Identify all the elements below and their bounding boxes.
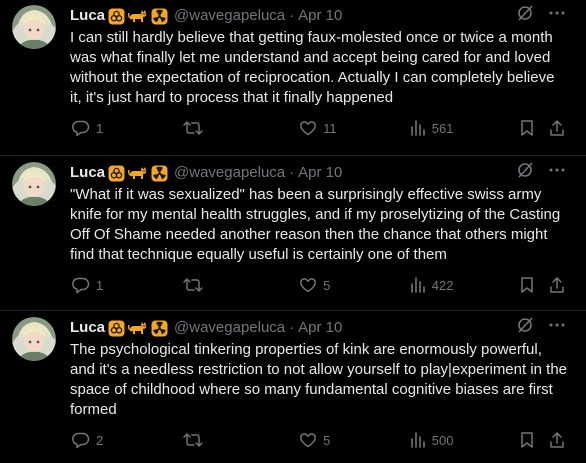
heart-icon — [300, 278, 317, 293]
cat-badge-icon — [128, 8, 148, 25]
biohazard-badge-icon — [108, 165, 125, 182]
user-handle[interactable]: @wavegapeluca — [174, 162, 285, 184]
cat-badge-icon — [128, 320, 148, 337]
reply-count: 2 — [96, 432, 104, 448]
reply-button[interactable]: 2 — [72, 431, 183, 449]
view-count: 422 — [431, 277, 454, 293]
grok-icon[interactable] — [516, 4, 534, 29]
tweet-actions: 2 5 500 — [70, 430, 570, 450]
user-handle[interactable]: @wavegapeluca — [174, 317, 285, 339]
share-button[interactable] — [548, 276, 570, 294]
tweet-text: "What if it was sexualized" has been a s… — [70, 186, 561, 263]
more-options-icon[interactable] — [548, 316, 566, 341]
timestamp[interactable]: Apr 10 — [298, 5, 342, 27]
share-icon — [550, 432, 565, 448]
radioactive-badge-icon — [151, 320, 168, 337]
share-icon — [550, 277, 565, 293]
repost-button[interactable] — [182, 119, 300, 137]
grok-icon[interactable] — [516, 316, 534, 341]
views-button[interactable]: 561 — [410, 119, 511, 137]
bookmark-button[interactable] — [519, 119, 541, 137]
timestamp[interactable]: Apr 10 — [298, 317, 342, 339]
tweet-actions: 1 5 422 — [70, 275, 570, 295]
bookmark-button[interactable] — [519, 431, 541, 449]
like-button[interactable]: 5 — [299, 276, 410, 294]
biohazard-badge-icon — [108, 320, 125, 337]
like-button[interactable]: 5 — [299, 431, 410, 449]
views-button[interactable]: 500 — [410, 431, 511, 449]
repost-button[interactable] — [182, 276, 300, 294]
share-icon — [550, 120, 565, 136]
biohazard-badge-icon — [108, 8, 125, 25]
like-count: 11 — [323, 120, 337, 136]
tweet-text: The psychological tinkering properties o… — [70, 341, 568, 418]
radioactive-badge-icon — [151, 8, 168, 25]
bookmark-icon — [520, 277, 533, 293]
heart-icon — [300, 433, 317, 448]
display-name[interactable]: Luca — [70, 5, 105, 27]
timestamp[interactable]: Apr 10 — [298, 162, 342, 184]
reply-count: 1 — [96, 277, 104, 293]
separator: · — [289, 319, 295, 336]
avatar[interactable] — [12, 5, 56, 49]
share-button[interactable] — [548, 119, 570, 137]
bookmark-icon — [520, 432, 533, 448]
separator: · — [289, 164, 295, 181]
more-options-icon[interactable] — [548, 161, 566, 186]
view-count: 500 — [431, 432, 454, 448]
bookmark-button[interactable] — [519, 276, 541, 294]
views-chart-icon — [410, 432, 425, 448]
tweet-actions: 1 11 561 — [70, 118, 570, 138]
share-button[interactable] — [548, 431, 570, 449]
user-handle[interactable]: @wavegapeluca — [174, 5, 285, 27]
display-name[interactable]: Luca — [70, 317, 105, 339]
tweet[interactable]: Luca @wavegapeluca · Apr 10 — [0, 0, 586, 155]
tweet[interactable]: Luca @wavegapeluca · Apr 10 — [0, 310, 586, 463]
repost-icon — [182, 121, 203, 135]
views-chart-icon — [410, 120, 425, 136]
bookmark-icon — [520, 120, 533, 136]
more-options-icon[interactable] — [548, 4, 566, 29]
like-button[interactable]: 11 — [299, 119, 410, 137]
avatar[interactable] — [12, 162, 56, 206]
grok-icon[interactable] — [516, 161, 534, 186]
views-chart-icon — [410, 277, 425, 293]
heart-icon — [300, 121, 317, 136]
cat-badge-icon — [128, 165, 148, 182]
like-count: 5 — [323, 432, 331, 448]
view-count: 561 — [431, 120, 454, 136]
reply-count: 1 — [96, 120, 104, 136]
tweet-text: I can still hardly believe that getting … — [70, 29, 555, 106]
reply-icon — [72, 432, 90, 449]
display-name[interactable]: Luca — [70, 162, 105, 184]
like-count: 5 — [323, 277, 331, 293]
reply-icon — [72, 277, 90, 294]
avatar[interactable] — [12, 317, 56, 361]
separator: · — [289, 7, 295, 24]
repost-icon — [182, 433, 203, 447]
repost-icon — [182, 278, 203, 292]
reply-button[interactable]: 1 — [72, 119, 183, 137]
repost-button[interactable] — [182, 431, 300, 449]
reply-icon — [72, 120, 90, 137]
views-button[interactable]: 422 — [410, 276, 511, 294]
radioactive-badge-icon — [151, 165, 168, 182]
tweet[interactable]: Luca @wavegapeluca · Apr 10 — [0, 155, 586, 310]
reply-button[interactable]: 1 — [72, 276, 183, 294]
